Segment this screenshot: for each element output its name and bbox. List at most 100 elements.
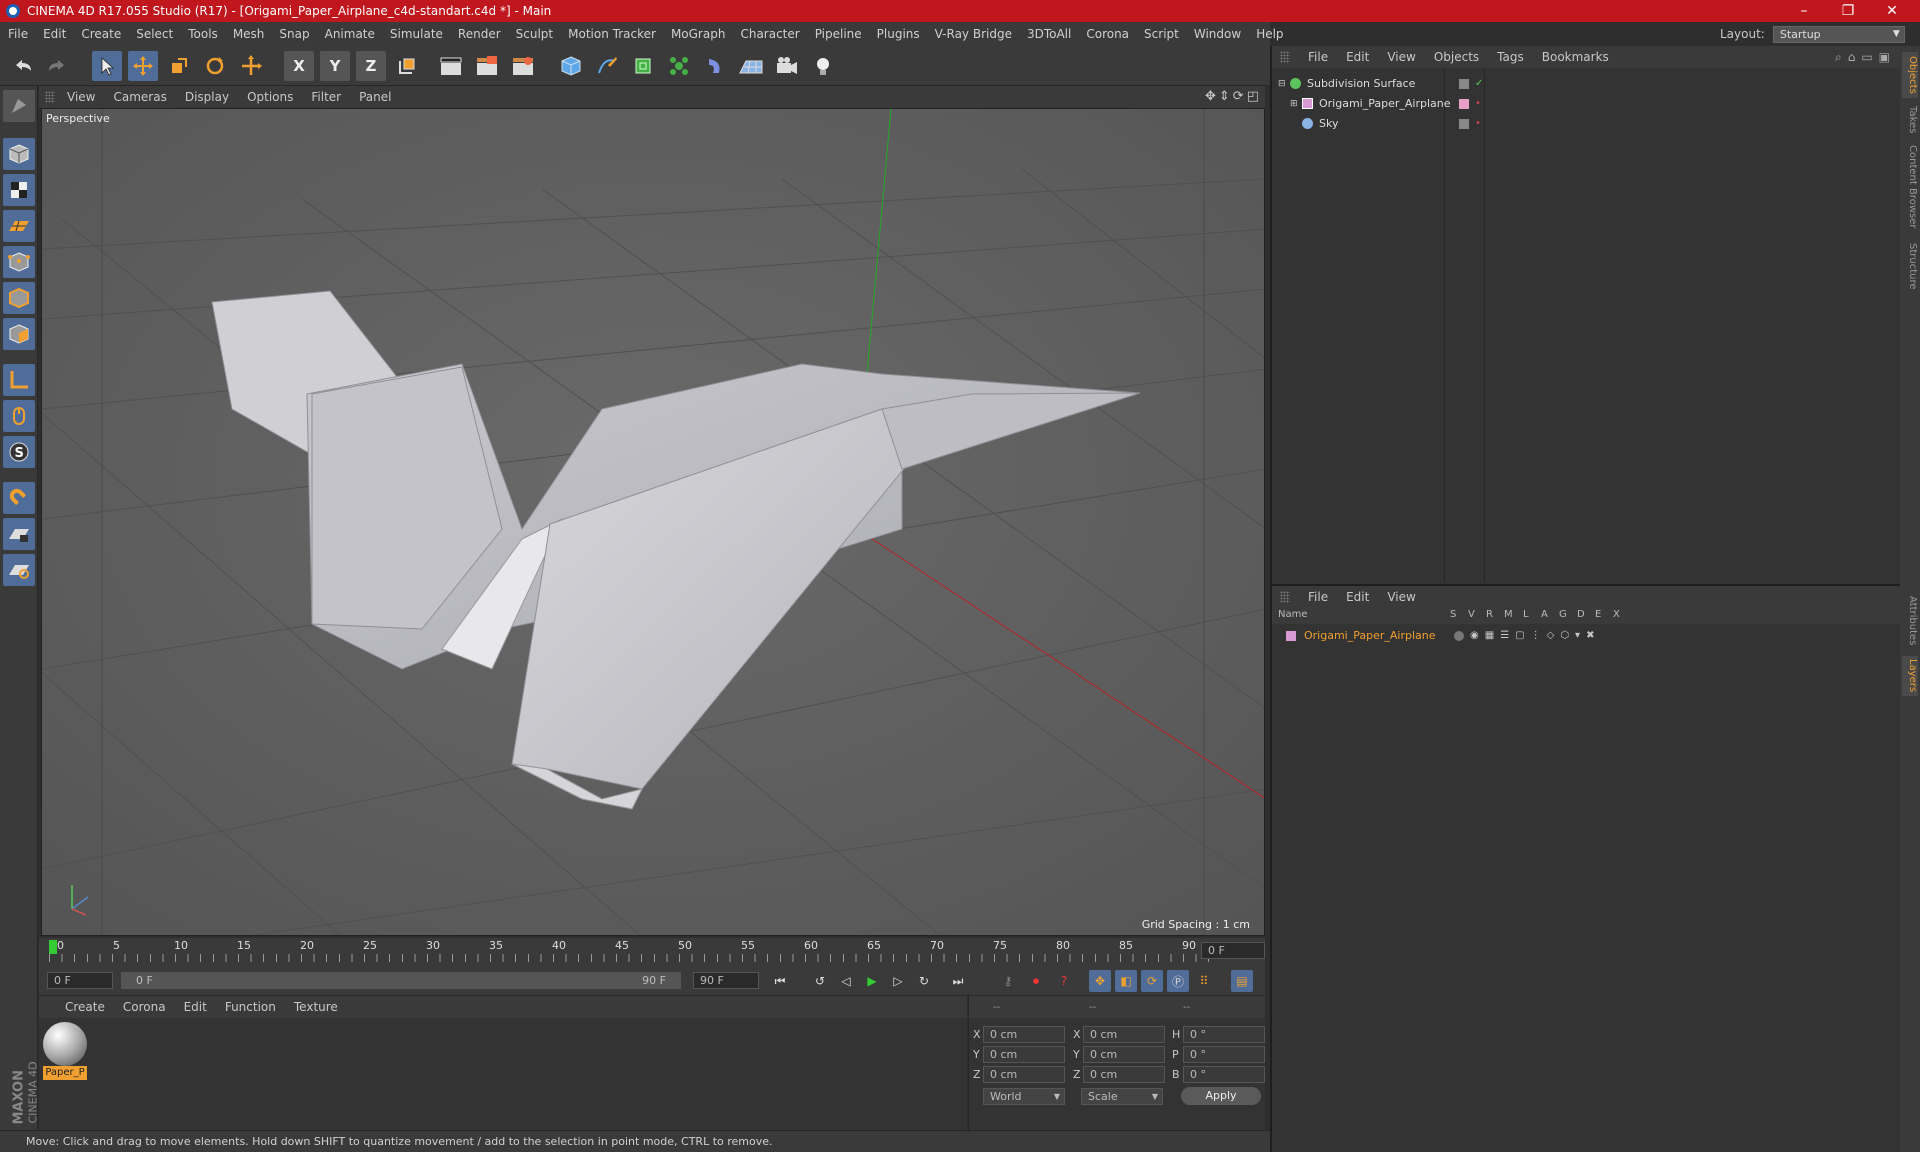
- layer-menu-view[interactable]: View: [1387, 590, 1415, 604]
- deformer-icon[interactable]: ⬡: [1560, 630, 1569, 641]
- preview-range-slider[interactable]: 0 F 90 F: [121, 972, 681, 989]
- header-manager[interactable]: M: [1504, 609, 1513, 620]
- axis-mode-button[interactable]: [3, 364, 35, 396]
- menu-vray-bridge[interactable]: V-Ray Bridge: [935, 27, 1012, 41]
- home-icon[interactable]: ⌂: [1848, 50, 1856, 65]
- generator-icon[interactable]: ◇: [1547, 630, 1555, 641]
- obj-menu-objects[interactable]: Objects: [1434, 50, 1479, 64]
- pan-view-icon[interactable]: ✥: [1205, 89, 1216, 104]
- x-axis-lock-button[interactable]: X: [284, 51, 314, 81]
- minimize-button[interactable]: –: [1782, 0, 1826, 22]
- points-mode-button[interactable]: [3, 246, 35, 278]
- planar-workplane-button[interactable]: [3, 554, 35, 586]
- animation-icon[interactable]: ⋮: [1531, 630, 1541, 641]
- coordinate-mode-dropdown[interactable]: World ▼: [983, 1088, 1065, 1105]
- snap-button[interactable]: [3, 482, 35, 514]
- go-to-start-button[interactable]: ⏮: [769, 970, 791, 992]
- menu-help[interactable]: Help: [1256, 27, 1283, 41]
- mat-menu-function[interactable]: Function: [225, 1000, 276, 1014]
- timeline-ruler[interactable]: 0 5 10 15 20 25 30 35 40 45 50 55 60 65 …: [39, 938, 1265, 966]
- next-key-button[interactable]: ↻: [913, 970, 935, 992]
- header-solo[interactable]: S: [1450, 609, 1456, 620]
- menu-create[interactable]: Create: [81, 27, 121, 41]
- key-parameter-button[interactable]: Ⓟ: [1167, 970, 1189, 992]
- y-axis-lock-button[interactable]: Y: [320, 51, 350, 81]
- add-camera-button[interactable]: [772, 51, 802, 81]
- keyframe-selection-button[interactable]: ?: [1053, 970, 1075, 992]
- add-cube-button[interactable]: [556, 51, 586, 81]
- maximize-button[interactable]: ❐: [1826, 0, 1870, 22]
- rotation-h-field[interactable]: 0 °: [1183, 1026, 1265, 1043]
- timeline-window-button[interactable]: ▤: [1231, 970, 1253, 992]
- material-tag-icon[interactable]: [1459, 98, 1469, 109]
- enabled-check-icon[interactable]: ✓: [1475, 78, 1483, 89]
- add-deformer-button[interactable]: [700, 51, 730, 81]
- workplane-mode-button[interactable]: [3, 210, 35, 242]
- tab-objects[interactable]: Objects: [1902, 52, 1918, 98]
- menu-tools[interactable]: Tools: [188, 27, 218, 41]
- coordinate-system-button[interactable]: [392, 51, 422, 81]
- layer-tag-icon[interactable]: [1459, 118, 1469, 129]
- apply-button[interactable]: Apply: [1181, 1087, 1261, 1105]
- key-pla-button[interactable]: ⠿: [1193, 970, 1215, 992]
- object-row-subdivision-surface[interactable]: ⊟ Subdivision Surface ✓: [1272, 74, 1902, 93]
- menu-3dtoall[interactable]: 3DToAll: [1027, 27, 1071, 41]
- tab-takes[interactable]: Takes: [1902, 102, 1918, 138]
- header-expressions[interactable]: E: [1595, 609, 1601, 620]
- menu-corona[interactable]: Corona: [1086, 27, 1129, 41]
- rotation-p-field[interactable]: 0 °: [1183, 1046, 1265, 1063]
- render-settings-button[interactable]: [508, 51, 538, 81]
- previous-key-button[interactable]: ↺: [809, 970, 831, 992]
- menu-mograph[interactable]: MoGraph: [671, 27, 726, 41]
- perspective-viewport[interactable]: Perspective Grid Spacing : 1 cm: [41, 108, 1265, 936]
- header-xref[interactable]: X: [1613, 609, 1620, 620]
- menu-edit[interactable]: Edit: [43, 27, 66, 41]
- size-mode-dropdown[interactable]: Scale ▼: [1081, 1088, 1163, 1105]
- texture-mode-button[interactable]: [3, 174, 35, 206]
- obj-menu-view[interactable]: View: [1387, 50, 1415, 64]
- vp-menu-filter[interactable]: Filter: [311, 90, 341, 104]
- add-spline-button[interactable]: [592, 51, 622, 81]
- key-rotation-button[interactable]: ⟳: [1141, 970, 1163, 992]
- current-frame-field[interactable]: 0 F: [1201, 942, 1265, 959]
- solo-mode-button[interactable]: S: [3, 436, 35, 468]
- tab-content-browser[interactable]: Content Browser: [1902, 142, 1918, 232]
- menu-render[interactable]: Render: [458, 27, 501, 41]
- tweak-mode-button[interactable]: [3, 400, 35, 432]
- header-locked[interactable]: L: [1523, 609, 1529, 620]
- menu-sculpt[interactable]: Sculpt: [516, 27, 553, 41]
- layer-row-origami-paper-airplane[interactable]: Origami_Paper_Airplane ◉ ▦ ☰ ▢ ⋮ ◇ ⬡ ▾ ✖: [1272, 626, 1902, 645]
- autokey-button[interactable]: ⏺: [1025, 970, 1047, 992]
- maximize-view-icon[interactable]: ◰: [1247, 89, 1259, 104]
- xref-icon[interactable]: ✖: [1586, 630, 1594, 641]
- menu-file[interactable]: File: [8, 27, 28, 41]
- play-button[interactable]: ▶: [861, 970, 883, 992]
- header-visible[interactable]: V: [1468, 609, 1475, 620]
- menu-simulate[interactable]: Simulate: [390, 27, 443, 41]
- vp-menu-cameras[interactable]: Cameras: [113, 90, 166, 104]
- menu-snap[interactable]: Snap: [279, 27, 309, 41]
- render-view-button[interactable]: [436, 51, 466, 81]
- zoom-view-icon[interactable]: ⇕: [1219, 89, 1230, 104]
- tab-structure[interactable]: Structure: [1902, 238, 1918, 294]
- header-deformers[interactable]: D: [1577, 609, 1585, 620]
- visibility-dot-icon[interactable]: •: [1475, 98, 1481, 109]
- start-frame-field[interactable]: 0 F: [47, 972, 113, 989]
- menu-window[interactable]: Window: [1194, 27, 1241, 41]
- add-scene-button[interactable]: [736, 51, 766, 81]
- render-clapper-icon[interactable]: ▦: [1485, 630, 1494, 641]
- position-y-field[interactable]: 0 cm: [983, 1046, 1065, 1063]
- menu-motion-tracker[interactable]: Motion Tracker: [568, 27, 656, 41]
- material-swatch-paper[interactable]: Paper_P: [43, 1022, 87, 1080]
- position-x-field[interactable]: 0 cm: [983, 1026, 1065, 1043]
- add-mograph-button[interactable]: [664, 51, 694, 81]
- new-window-icon[interactable]: ▭: [1861, 50, 1872, 65]
- obj-menu-tags[interactable]: Tags: [1497, 50, 1524, 64]
- header-render[interactable]: R: [1486, 609, 1493, 620]
- add-generator-button[interactable]: [628, 51, 658, 81]
- object-row-sky[interactable]: Sky •: [1272, 114, 1902, 133]
- go-to-end-button[interactable]: ⏭: [947, 970, 969, 992]
- record-active-button[interactable]: ⚷: [997, 970, 1019, 992]
- undo-button[interactable]: [8, 51, 38, 81]
- z-axis-lock-button[interactable]: Z: [356, 51, 386, 81]
